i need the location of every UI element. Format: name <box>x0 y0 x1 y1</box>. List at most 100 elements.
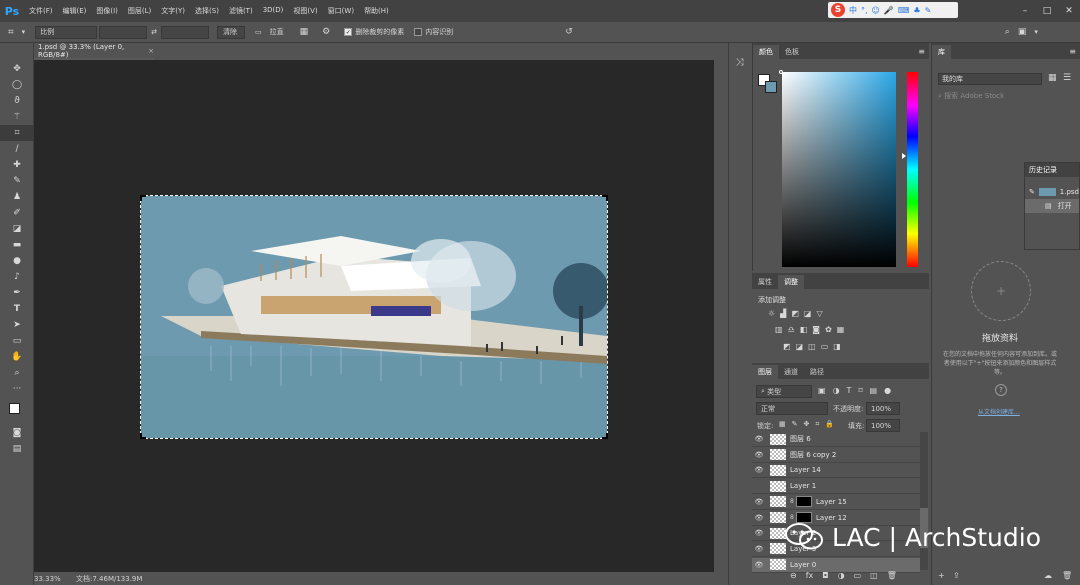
grid-view-icon[interactable]: ▦ <box>1048 73 1057 83</box>
menu-item[interactable]: 帮助(H) <box>359 6 394 16</box>
ratio-width-input[interactable] <box>99 25 148 39</box>
lock-pixels-icon[interactable]: ✎ <box>792 420 798 429</box>
color-lookup-icon[interactable]: ▦ <box>837 325 845 334</box>
library-menu-icon[interactable]: ≡ <box>1069 47 1076 56</box>
eyedropper-tool[interactable]: ∕ <box>0 141 34 157</box>
swap-icon[interactable]: ⇄ <box>147 28 161 36</box>
menu-item[interactable]: 文件(F) <box>24 6 58 16</box>
blend-mode-select[interactable]: 正常 <box>756 402 828 415</box>
color-swatches[interactable] <box>0 397 33 425</box>
canvas-image[interactable] <box>140 195 609 439</box>
curves-icon[interactable]: ◩ <box>791 309 799 318</box>
dodge-tool[interactable]: ♪ <box>0 269 34 285</box>
lasso-tool[interactable]: ϑ <box>0 93 34 109</box>
new-group-icon[interactable]: ▭ <box>854 571 862 580</box>
ime-punct-icon[interactable]: °, <box>861 6 868 15</box>
ime-settings-icon[interactable]: ✎ <box>925 6 932 15</box>
new-layer-icon[interactable]: ◫ <box>870 571 878 580</box>
hue-slider-handle-icon[interactable] <box>902 153 906 159</box>
tab-swatches[interactable]: 色板 <box>779 45 805 59</box>
reset-icon[interactable]: ↺ <box>561 27 577 37</box>
straighten-icon[interactable]: ▭ <box>251 28 266 36</box>
lock-artboard-icon[interactable]: ⌗ <box>815 420 819 429</box>
crop-handle-top-left[interactable] <box>140 195 146 201</box>
ratio-select[interactable]: 比例 <box>35 25 98 39</box>
tab-channels[interactable]: 通道 <box>778 365 804 379</box>
crop-handle-bottom-right[interactable] <box>602 433 608 439</box>
tab-properties[interactable]: 属性 <box>752 275 778 289</box>
ime-emoji-icon[interactable]: ☺ <box>872 6 880 15</box>
content-aware-checkbox[interactable]: 内容识别 <box>414 27 453 37</box>
workspace-icon[interactable]: ▣ <box>1014 27 1031 37</box>
tab-paths[interactable]: 路径 <box>804 365 830 379</box>
library-select[interactable]: 我的库 <box>938 73 1042 85</box>
zoom-level[interactable]: 33.33% <box>34 575 61 583</box>
tool-preset-chevron-icon[interactable]: ▾ <box>18 28 30 36</box>
gradient-tool[interactable]: ▬ <box>0 237 34 253</box>
eye-icon[interactable]: 👁 <box>752 466 766 474</box>
minimize-button[interactable]: – <box>1014 6 1036 16</box>
move-tool[interactable]: ✥ <box>0 61 34 77</box>
history-snapshot[interactable]: ✎ 1.psd <box>1025 185 1079 199</box>
eye-icon[interactable]: 👁 <box>752 498 766 506</box>
posterize-icon[interactable]: ◪ <box>796 342 804 351</box>
zoom-tool[interactable]: ⌕ <box>0 365 34 381</box>
search-icon[interactable]: ⌕ <box>1001 27 1014 37</box>
eraser-tool[interactable]: ◪ <box>0 221 34 237</box>
menu-item[interactable]: 窗口(W) <box>323 6 359 16</box>
stamp-tool[interactable]: ♟ <box>0 189 34 205</box>
document-tab[interactable]: 1.psd @ 33.3% (Layer 0, RGB/8#) × <box>34 43 154 60</box>
filter-adjust-icon[interactable]: ◑ <box>833 386 840 395</box>
brush-tool[interactable]: ✎ <box>0 173 34 189</box>
rectangle-tool[interactable]: ▭ <box>0 333 34 349</box>
quick-mask-tool[interactable]: ◙ <box>0 425 34 441</box>
delete-layer-icon[interactable]: 🗑 <box>887 571 897 580</box>
library-add-icon[interactable]: + <box>938 571 945 580</box>
layer-style-icon[interactable]: fx <box>806 571 814 580</box>
tab-libraries[interactable]: 库 <box>932 45 951 59</box>
new-adjustment-icon[interactable]: ◑ <box>838 571 845 580</box>
pen-tool[interactable]: ✒ <box>0 285 34 301</box>
tab-adjustments[interactable]: 调整 <box>778 275 804 289</box>
photo-filter-icon[interactable]: ◙ <box>812 325 820 334</box>
menu-item[interactable]: 图像(I) <box>91 6 123 16</box>
menu-item[interactable]: 选择(S) <box>190 6 224 16</box>
more-tools[interactable]: ··· <box>0 381 34 397</box>
workspace-chevron-icon[interactable]: ▾ <box>1030 28 1042 36</box>
eye-icon[interactable]: 👁 <box>752 451 766 459</box>
library-upload-icon[interactable]: ⇪ <box>953 571 960 580</box>
black-white-icon[interactable]: ◧ <box>800 325 808 334</box>
menu-item[interactable]: 滤镜(T) <box>224 6 258 16</box>
history-step-open[interactable]: ▤ 打开 <box>1025 199 1079 213</box>
library-drop-zone[interactable]: + <box>971 261 1031 321</box>
clear-button[interactable]: 清除 <box>217 25 246 39</box>
filter-pixel-icon[interactable]: ▣ <box>818 386 826 395</box>
brightness-icon[interactable]: ☼ <box>768 309 775 318</box>
layer-row[interactable]: Layer 1 <box>752 479 920 495</box>
filter-type-icon[interactable]: T <box>847 386 852 395</box>
lock-all-icon[interactable]: 🔒 <box>825 420 834 429</box>
history-title[interactable]: 历史记录 <box>1025 163 1079 177</box>
menu-item[interactable]: 文字(Y) <box>156 6 190 16</box>
eye-icon[interactable]: 👁 <box>752 529 766 537</box>
panel-menu-icon[interactable]: ≡ <box>918 47 925 56</box>
eye-icon[interactable]: 👁 <box>752 545 766 553</box>
layer-row[interactable]: 👁 图层 6 <box>752 432 920 447</box>
hand-tool[interactable]: ✋ <box>0 349 34 365</box>
settings-gear-icon[interactable]: ⚙ <box>318 27 334 37</box>
overlay-grid-icon[interactable]: ▦ <box>296 27 313 37</box>
blur-tool[interactable]: ● <box>0 253 34 269</box>
opacity-input[interactable]: 100% <box>866 402 900 415</box>
link-layers-icon[interactable]: ⊖ <box>790 571 797 580</box>
library-delete-icon[interactable]: 🗑 <box>1062 571 1072 580</box>
foreground-swatch[interactable] <box>9 403 20 414</box>
maximize-button[interactable]: □ <box>1036 6 1058 16</box>
help-icon[interactable]: ? <box>995 384 1007 396</box>
hue-saturation-icon[interactable]: ▥ <box>775 325 783 334</box>
lock-transparency-icon[interactable]: ▦ <box>779 420 786 429</box>
ime-voice-icon[interactable]: 🎤 <box>884 6 894 15</box>
invert-icon[interactable]: ◩ <box>783 342 791 351</box>
eye-icon[interactable]: 👁 <box>752 561 766 569</box>
list-view-icon[interactable]: ☰ <box>1063 73 1071 83</box>
crop-handle-top-right[interactable] <box>602 195 608 201</box>
